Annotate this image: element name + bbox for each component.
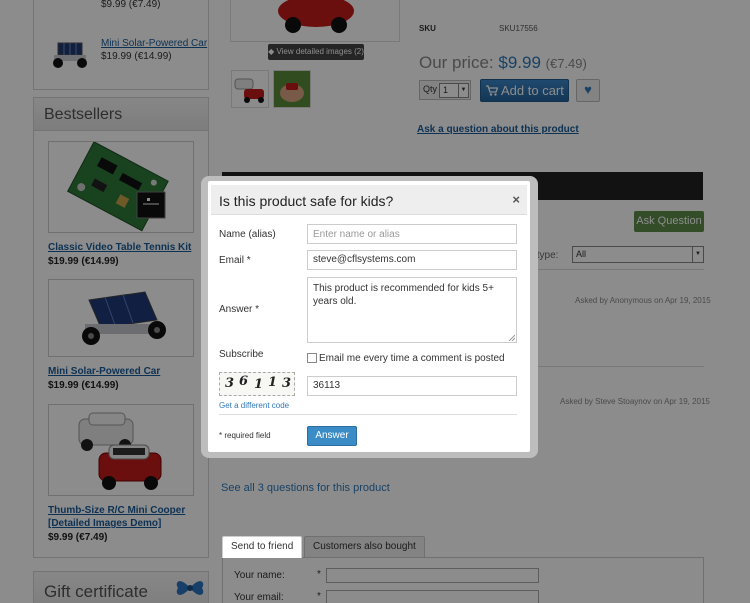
captcha-digit: 1: [254, 377, 264, 392]
answer-textarea[interactable]: This product is recommended for kids 5+ …: [307, 277, 517, 343]
new-code-link[interactable]: Get a different code: [219, 401, 289, 410]
tab-send-to-friend[interactable]: Send to friend: [222, 536, 303, 558]
email-field[interactable]: steve@cflsystems.com: [307, 250, 517, 270]
required-note: * required field: [219, 431, 271, 440]
divider: [219, 414, 517, 415]
dialog-title: Is this product safe for kids?: [219, 193, 394, 209]
name-input[interactable]: [307, 224, 517, 244]
captcha-image: 3 6 1 1 3: [219, 372, 295, 396]
subscribe-text: Email me every time a comment is posted: [319, 353, 505, 364]
dialog-header: Is this product safe for kids? ×: [211, 185, 527, 215]
captcha-digit: 1: [268, 375, 278, 390]
dialog-frame: Is this product safe for kids? × Name (a…: [201, 176, 538, 458]
name-label: Name (alias): [219, 229, 276, 240]
subscribe-label: Subscribe: [219, 349, 264, 360]
subscribe-checkbox[interactable]: [307, 353, 317, 363]
resize-grip-icon[interactable]: [508, 334, 515, 341]
answer-text: This product is recommended for kids 5+ …: [313, 283, 494, 307]
captcha-input[interactable]: 36113: [307, 376, 517, 396]
answer-dialog: Is this product safe for kids? × Name (a…: [208, 181, 530, 452]
close-icon[interactable]: ×: [512, 192, 520, 207]
answer-label: Answer *: [219, 304, 260, 315]
answer-button[interactable]: Answer: [307, 426, 357, 446]
captcha-digit: 3: [282, 376, 292, 391]
email-label: Email *: [219, 255, 251, 266]
captcha-digit: 3: [225, 376, 235, 391]
captcha-digit: 6: [239, 374, 249, 389]
